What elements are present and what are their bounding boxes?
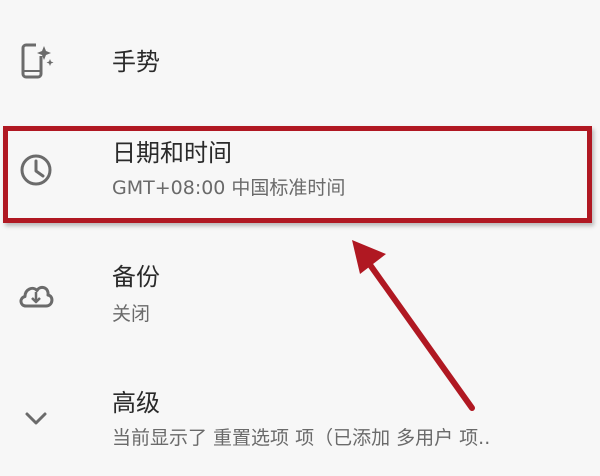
settings-item-title: 日期和时间 bbox=[112, 139, 232, 167]
settings-item-title: 手势 bbox=[112, 48, 160, 76]
settings-item-subtitle: 关闭 bbox=[112, 303, 151, 325]
settings-item-gestures[interactable]: 手势 bbox=[0, 0, 600, 120]
settings-item-title: 高级 bbox=[112, 389, 160, 417]
settings-item-date-time[interactable]: 日期和时间 GMT+08:00 中国标准时间 bbox=[0, 128, 600, 220]
settings-item-subtitle: 当前显示了 重置选项 项（已添加 多用户 项.. bbox=[112, 427, 491, 449]
chevron-down-icon bbox=[16, 398, 56, 438]
clock-icon bbox=[16, 150, 56, 190]
gesture-phone-icon bbox=[16, 42, 56, 82]
settings-item-backup[interactable]: 备份 关闭 bbox=[0, 246, 600, 346]
settings-item-subtitle: GMT+08:00 中国标准时间 bbox=[112, 177, 346, 199]
settings-item-title: 备份 bbox=[112, 263, 160, 291]
cloud-backup-icon bbox=[16, 276, 56, 316]
settings-item-advanced[interactable]: 高级 当前显示了 重置选项 项（已添加 多用户 项.. bbox=[0, 370, 600, 476]
